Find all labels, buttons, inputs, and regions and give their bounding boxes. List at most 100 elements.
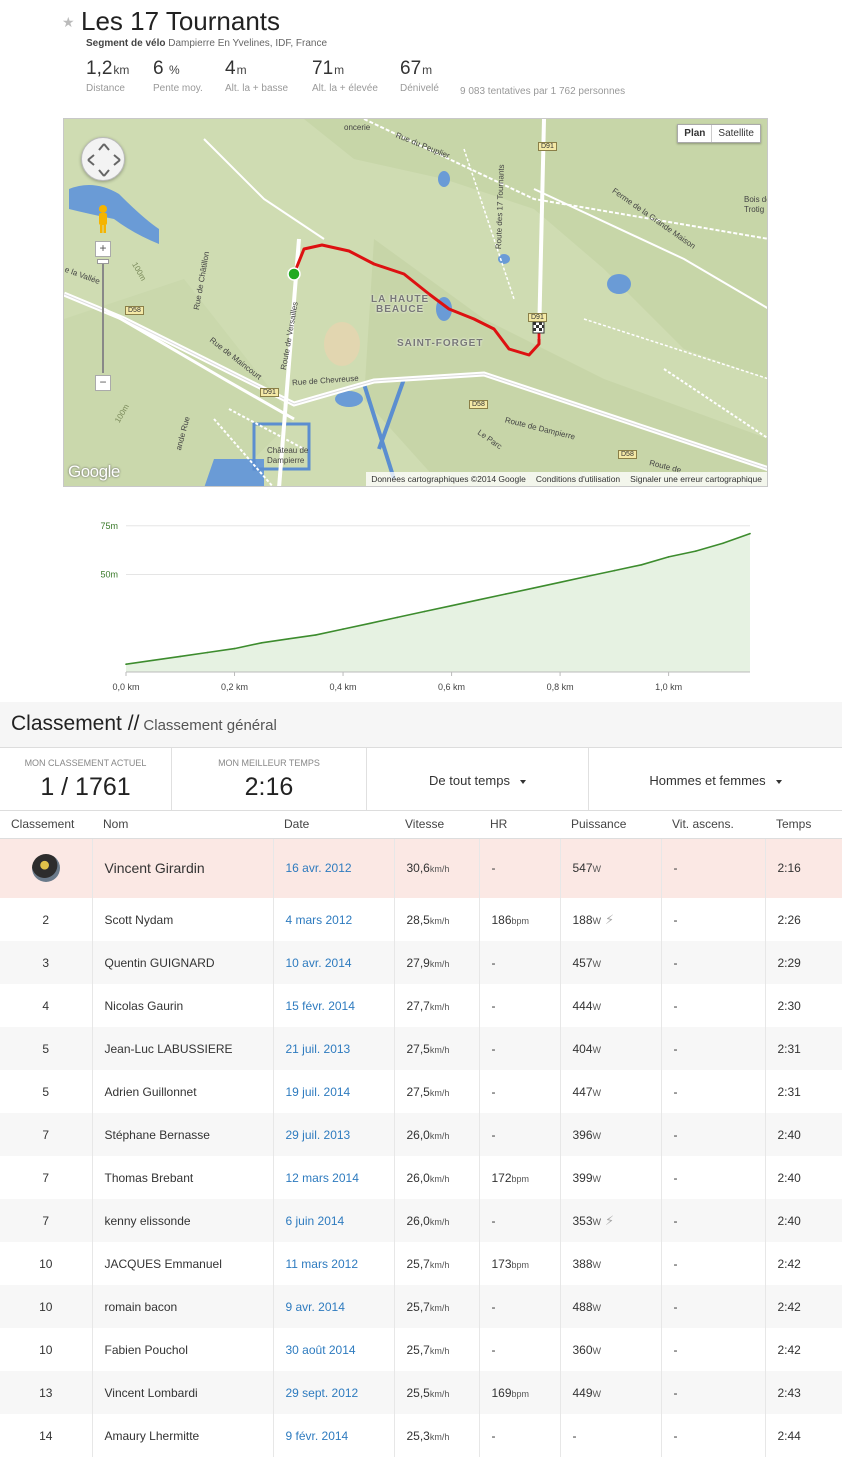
athlete-name-link[interactable]: Adrien Guillonnet — [92, 1070, 274, 1113]
col-speed[interactable]: Vitesse — [394, 811, 479, 839]
rank-cell: 7 — [0, 1113, 93, 1156]
table-row[interactable]: 13 Vincent Lombardi 29 sept. 2012 25,5km/h 1… — [0, 1371, 842, 1414]
activity-date-link[interactable]: 11 mars 2012 — [273, 1242, 395, 1285]
athlete-name-link[interactable]: Jean-Luc LABUSSIERE — [92, 1027, 274, 1070]
activity-date-link[interactable]: 16 avr. 2012 — [273, 838, 395, 898]
athlete-name-link[interactable]: Vincent Girardin — [92, 838, 274, 898]
google-logo[interactable]: Google — [68, 462, 120, 482]
table-row[interactable]: 10 JACQUES Emmanuel 11 mars 2012 25,7km/h 17… — [0, 1242, 842, 1285]
stat-grade: 6 % Pente moy. — [153, 58, 203, 94]
terms-link[interactable]: Conditions d'utilisation — [531, 472, 625, 486]
power-value: 449 — [572, 1385, 593, 1400]
vam-cell: - — [661, 1414, 766, 1457]
pan-control[interactable] — [81, 137, 125, 181]
time-cell: 2:16 — [765, 838, 842, 898]
col-name[interactable]: Nom — [92, 811, 273, 839]
speed-value: 26,0 — [406, 1127, 430, 1142]
activity-date-link[interactable]: 21 juil. 2013 — [273, 1027, 395, 1070]
table-row[interactable]: 10 Fabien Pouchol 30 août 2014 25,7km/h -360… — [0, 1328, 842, 1371]
table-row[interactable]: 4 Nicolas Gaurin 15 févr. 2014 27,7km/h -444… — [0, 984, 842, 1027]
vam-cell: - — [661, 1199, 766, 1242]
athlete-name-link[interactable]: Quentin GUIGNARD — [92, 941, 274, 984]
athlete-name-link[interactable]: JACQUES Emmanuel — [92, 1242, 274, 1285]
table-row[interactable]: 2 Scott Nydam 4 mars 2012 28,5km/h 186bpm 188… — [0, 898, 842, 941]
table-header-row: Classement Nom Date Vitesse HR Puissance… — [0, 811, 842, 839]
map-type-satellite-button[interactable]: Satellite — [712, 125, 760, 142]
athlete-name-link[interactable]: Scott Nydam — [92, 898, 274, 941]
time-filter-dropdown[interactable]: De tout temps — [367, 748, 589, 810]
speed-value: 26,0 — [406, 1213, 430, 1228]
activity-date-link[interactable]: 30 août 2014 — [273, 1328, 395, 1371]
speed-value: 25,5 — [406, 1385, 430, 1400]
athlete-name-link[interactable]: Amaury Lhermitte — [92, 1414, 274, 1457]
activity-date-link[interactable]: 15 févr. 2014 — [273, 984, 395, 1027]
time-cell: 2:31 — [777, 1084, 801, 1099]
athlete-name-link[interactable]: kenny elissonde — [92, 1199, 274, 1242]
activity-date-link[interactable]: 9 févr. 2014 — [273, 1414, 395, 1457]
athlete-name-link[interactable]: Nicolas Gaurin — [92, 984, 274, 1027]
power-value: 188 — [572, 912, 593, 927]
speed-unit: km/h — [429, 864, 450, 875]
zoom-in-button[interactable]: + — [95, 241, 111, 257]
hr-cell: - — [479, 1328, 561, 1371]
map-label: SAINT-FORGET — [397, 338, 484, 349]
zoom-slider-handle[interactable] — [97, 259, 109, 264]
report-error-link[interactable]: Signaler une erreur cartographique — [625, 472, 767, 486]
elevation-point — [179, 655, 182, 658]
zoom-out-button[interactable]: − — [95, 375, 111, 391]
col-power[interactable]: Puissance — [560, 811, 661, 839]
power-unit: W — [592, 1259, 602, 1270]
activity-date-link[interactable]: 10 avr. 2014 — [273, 941, 395, 984]
zoom-track[interactable] — [102, 259, 104, 373]
pegman-icon[interactable] — [95, 203, 111, 235]
table-row[interactable]: 3 Quentin GUIGNARD 10 avr. 2014 27,9km/h -45… — [0, 941, 842, 984]
gender-filter-dropdown[interactable]: Hommes et femmes — [589, 748, 842, 810]
table-row-current-athlete[interactable]: Vincent Girardin 16 avr. 2012 30,6km/h -547… — [0, 838, 842, 898]
athlete-name-link[interactable]: Stéphane Bernasse — [92, 1113, 274, 1156]
col-time[interactable]: Temps — [765, 811, 842, 839]
table-row[interactable]: 5 Adrien Guillonnet 19 juil. 2014 27,5km/h -… — [0, 1070, 842, 1113]
athlete-name-link[interactable]: Vincent Lombardi — [92, 1371, 274, 1414]
elevation-point — [749, 532, 751, 535]
attempts-count: 9 083 tentatives par 1 762 personnes — [460, 86, 626, 97]
x-tick-label: 0,2 km — [221, 682, 248, 692]
star-icon[interactable]: ★ — [62, 14, 75, 31]
activity-date-link[interactable]: 29 juil. 2013 — [273, 1113, 395, 1156]
athlete-name-link[interactable]: Thomas Brebant — [92, 1156, 274, 1199]
vam-cell: - — [661, 984, 766, 1027]
activity-date-link[interactable]: 19 juil. 2014 — [273, 1070, 395, 1113]
table-row[interactable]: 14 Amaury Lhermitte 9 févr. 2014 25,3km/h - -… — [0, 1414, 842, 1457]
map-type-plan-button[interactable]: Plan — [678, 125, 713, 142]
x-tick-label: 0,0 km — [112, 682, 139, 692]
map-label: Château de — [267, 446, 309, 455]
table-row[interactable]: 5 Jean-Luc LABUSSIERE 21 juil. 2013 27,5km/… — [0, 1027, 842, 1070]
table-row[interactable]: 10 romain bacon 9 avr. 2014 25,7km/h -488W -2… — [0, 1285, 842, 1328]
activity-date-link[interactable]: 29 sept. 2012 — [273, 1371, 395, 1414]
col-rank[interactable]: Classement — [0, 811, 92, 839]
speed-cell: 25,5km/h — [394, 1371, 480, 1414]
avatar[interactable] — [31, 854, 60, 883]
speed-value: 27,5 — [406, 1041, 430, 1056]
table-row[interactable]: 7 kenny elissonde 6 juin 2014 26,0km/h -353W… — [0, 1199, 842, 1242]
table-row[interactable]: 7 Thomas Brebant 12 mars 2014 26,0km/h 172bp… — [0, 1156, 842, 1199]
hr-cell: - — [479, 984, 561, 1027]
activity-date-link[interactable]: 9 avr. 2014 — [273, 1285, 395, 1328]
col-hr[interactable]: HR — [479, 811, 560, 839]
elevation-point — [423, 610, 426, 613]
activity-date-link[interactable]: 4 mars 2012 — [273, 898, 395, 941]
elevation-point — [667, 556, 670, 558]
activity-date-link[interactable]: 12 mars 2014 — [273, 1156, 395, 1199]
elevation-point — [613, 569, 616, 572]
athlete-name-link[interactable]: romain bacon — [92, 1285, 274, 1328]
power-meter-icon: ⚡ — [605, 911, 615, 927]
athlete-name-link[interactable]: Fabien Pouchol — [92, 1328, 274, 1371]
stat-value: 71 — [312, 58, 334, 79]
hr-cell: - — [479, 838, 561, 898]
stat-label: Pente moy. — [153, 83, 203, 94]
col-vam[interactable]: Vit. ascens. — [661, 811, 765, 839]
table-row[interactable]: 7 Stéphane Bernasse 29 juil. 2013 26,0km/h -… — [0, 1113, 842, 1156]
activity-date-link[interactable]: 6 juin 2014 — [273, 1199, 395, 1242]
col-date[interactable]: Date — [273, 811, 394, 839]
segment-map[interactable]: oncerie Rue du Peuplier Route des 17 Tou… — [63, 118, 768, 487]
hr-value: - — [491, 1213, 496, 1228]
